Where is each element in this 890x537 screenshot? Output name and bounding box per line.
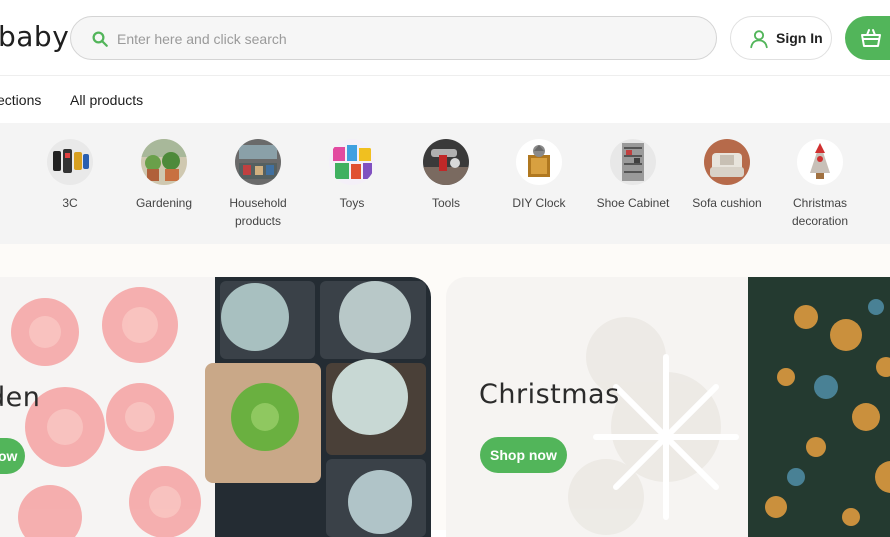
category-sofa-cushion[interactable]: Sofa cushion <box>680 139 774 212</box>
category-diy-clock[interactable]: DIY Clock <box>492 139 586 212</box>
category-label: DIY Clock <box>512 196 566 210</box>
cart-button[interactable] <box>845 16 890 60</box>
tools-icon <box>423 139 469 185</box>
site-logo[interactable]: baby <box>0 20 69 53</box>
basket-icon <box>861 29 881 47</box>
banner-garden[interactable]: den ow <box>0 277 431 537</box>
category-shoe-cabinet[interactable]: Shoe Cabinet <box>586 139 680 212</box>
christmas-tree-icon <box>797 139 843 185</box>
search-bar[interactable] <box>70 16 717 60</box>
category-3c[interactable]: 3C <box>23 139 117 212</box>
search-input[interactable] <box>117 28 677 50</box>
household-icon <box>235 139 281 185</box>
category-label: Shoe Cabinet <box>596 196 670 210</box>
header: baby Sign In <box>0 0 890 76</box>
nav-item-collections[interactable]: ections <box>0 92 41 108</box>
electronics-icon <box>47 139 93 185</box>
category-toys[interactable]: Toys <box>305 139 399 212</box>
sign-in-label: Sign In <box>776 30 823 46</box>
search-icon[interactable] <box>91 30 109 48</box>
category-household[interactable]: Household products <box>211 139 305 230</box>
banner-title: den <box>0 382 41 413</box>
gardening-icon <box>141 139 187 185</box>
category-label: Sofa cushion <box>692 196 762 210</box>
category-label: Christmas decoration <box>791 196 849 228</box>
shop-now-button[interactable]: Shop now <box>480 437 567 473</box>
nav-item-all-products[interactable]: All products <box>70 92 143 108</box>
category-label: Gardening <box>135 196 193 210</box>
sofa-icon <box>704 139 750 185</box>
banner-area: den ow Christmas Shop no <box>0 244 890 537</box>
banner-christmas[interactable]: Christmas Shop now <box>446 277 890 537</box>
category-label: Toys <box>339 196 365 210</box>
category-christmas-decoration[interactable]: Christmas decoration <box>773 139 867 230</box>
category-label: Tools <box>431 196 460 210</box>
category-label: 3C <box>62 196 78 210</box>
category-strip: 3C Gardening Household products Toys Too… <box>0 123 890 244</box>
clock-icon <box>516 139 562 185</box>
sign-in-button[interactable]: Sign In <box>730 16 832 60</box>
toys-icon <box>329 139 375 185</box>
banner-title: Christmas <box>479 379 620 410</box>
garden-banner-image <box>0 277 431 537</box>
category-tools[interactable]: Tools <box>399 139 493 212</box>
user-icon <box>750 30 768 49</box>
main-nav: ections All products <box>0 77 890 123</box>
category-label: Household products <box>229 196 287 228</box>
shoe-cabinet-icon <box>610 139 656 185</box>
category-gardening[interactable]: Gardening <box>117 139 211 212</box>
